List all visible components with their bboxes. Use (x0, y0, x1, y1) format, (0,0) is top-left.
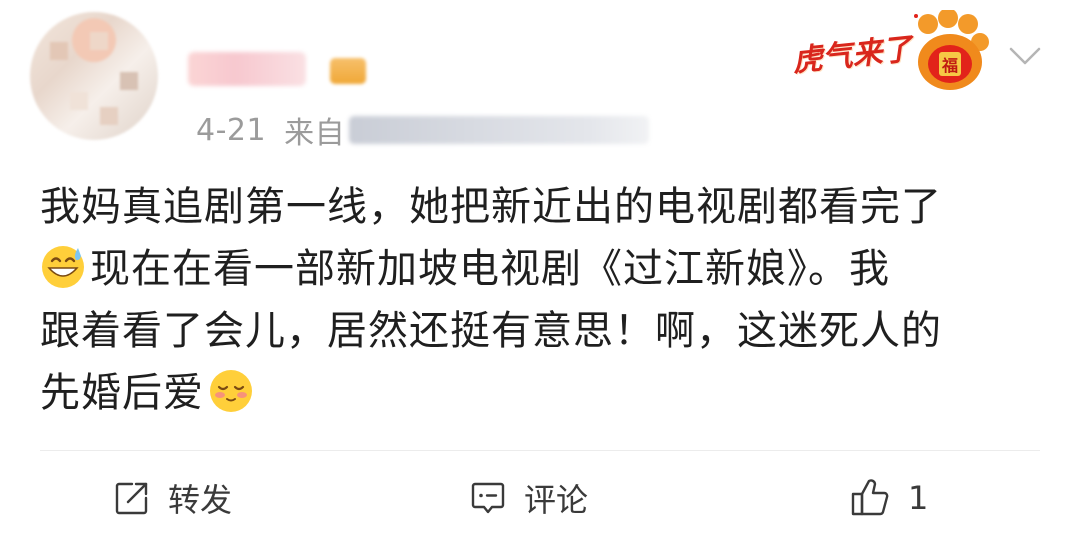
like-count: 1 (908, 479, 929, 517)
repost-label: 转发 (168, 481, 233, 519)
source-device-redacted (349, 116, 650, 144)
grinning-face-with-sweat-icon (42, 246, 84, 288)
comment-button[interactable]: 评论 (468, 474, 588, 522)
comment-icon (471, 482, 505, 514)
thumbs-up-icon (851, 479, 889, 516)
content-line-with-emoji: 先婚后爱 (40, 362, 1050, 424)
avatar-pixel (90, 32, 108, 50)
post-date: 4-21 (196, 112, 267, 148)
divider (40, 450, 1040, 451)
repost-icon (115, 482, 148, 515)
festive-badge-text: 虎气来了 (790, 31, 914, 80)
avatar-pixel (70, 92, 88, 110)
repost-button[interactable]: 转发 (112, 474, 232, 522)
content-line: 我妈真追剧第一线，她把新近出的电视剧都看完了 (40, 184, 942, 230)
post-meta: 4-21 来自 (196, 108, 650, 152)
comment-label: 评论 (524, 481, 589, 519)
chevron-down-icon[interactable] (1008, 44, 1042, 68)
avatar-pixel (120, 72, 138, 90)
avatar[interactable] (30, 12, 158, 140)
svg-text:福: 福 (941, 56, 958, 75)
content-line: 跟着看了会儿，居然还挺有意思！啊，这迷死人的 (40, 308, 942, 354)
like-button[interactable]: 1 (848, 474, 928, 522)
tiger-paw-icon: 福 (914, 10, 989, 90)
weibo-post-card: 4-21 来自 虎气来了 福 我妈真追剧第一线，她把新近出的电视剧都看完了 现在… (0, 0, 1080, 539)
content-line: 现在在看一部新加坡电视剧《过江新娘》。我 (90, 246, 890, 292)
username-redacted[interactable] (188, 52, 306, 86)
avatar-pixel (100, 107, 118, 125)
source-label: 来自 (284, 116, 346, 151)
smiling-face-closed-eyes-icon (210, 370, 252, 412)
festive-badge[interactable]: 虎气来了 福 (778, 4, 993, 100)
post-content: 我妈真追剧第一线，她把新近出的电视剧都看完了 现在在看一部新加坡电视剧《过江新娘… (40, 176, 1050, 424)
content-line-with-emoji: 现在在看一部新加坡电视剧《过江新娘》。我 (40, 238, 1050, 300)
avatar-pixel (50, 42, 68, 60)
content-line: 先婚后爱 (40, 370, 204, 416)
member-badge[interactable] (330, 58, 366, 84)
